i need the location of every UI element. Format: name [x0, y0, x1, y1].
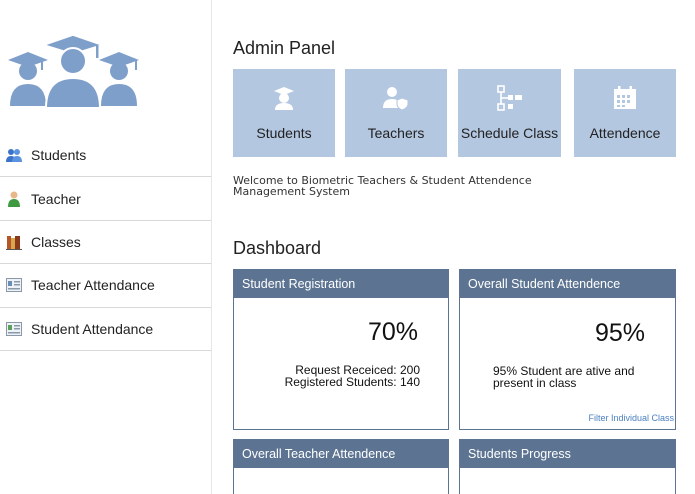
- calendar-icon: [612, 85, 638, 111]
- panel-header: Overall Student Attendence: [460, 270, 675, 298]
- sidebar-item-classes[interactable]: Classes: [0, 221, 211, 265]
- sidebar: Students Teacher Classes Teacher Attenda…: [0, 0, 212, 494]
- tile-students[interactable]: Students: [233, 69, 335, 157]
- tile-label: Schedule Class: [460, 125, 559, 141]
- panel-header: Students Progress: [460, 440, 675, 468]
- sidebar-item-label: Students: [31, 147, 87, 164]
- teacher-shield-icon: [383, 85, 409, 111]
- tile-label: Attendence: [589, 125, 661, 141]
- filter-individual-class-link[interactable]: Filter Individual Class: [588, 413, 674, 423]
- attendance-percent: 95%: [595, 319, 646, 347]
- attendance-summary-line2: present in class: [493, 376, 577, 390]
- teacher-icon: [5, 190, 23, 208]
- graduates-logo: [8, 34, 139, 109]
- attendance-card-icon: [5, 320, 23, 338]
- sidebar-item-teacher-attendance[interactable]: Teacher Attendance: [0, 264, 211, 308]
- registration-percent: 70%: [368, 318, 419, 346]
- students-icon: [5, 146, 23, 164]
- graduate-icon: [271, 85, 297, 111]
- schedule-tree-icon: [496, 85, 523, 111]
- attendance-card-icon: [5, 276, 23, 294]
- panel-students-progress: Students Progress: [459, 439, 676, 494]
- sidebar-item-students[interactable]: Students: [0, 134, 211, 178]
- panel-overall-teacher-attendence: Overall Teacher Attendence: [233, 439, 449, 494]
- panel-student-registration: Student Registration 70% Request Receice…: [233, 269, 449, 430]
- dashboard-title: Dashboard: [233, 238, 322, 258]
- tile-label: Students: [256, 125, 312, 141]
- admin-tiles: Students Teachers Schedule Class Attende…: [233, 69, 693, 157]
- tile-teachers[interactable]: Teachers: [345, 69, 447, 157]
- sidebar-nav: Students Teacher Classes Teacher Attenda…: [0, 134, 211, 351]
- sidebar-item-student-attendance[interactable]: Student Attendance: [0, 308, 211, 351]
- panel-header: Student Registration: [234, 270, 448, 298]
- sidebar-item-label: Student Attendance: [31, 320, 154, 337]
- tile-schedule-class[interactable]: Schedule Class: [458, 69, 561, 157]
- sidebar-item-label: Teacher Attendance: [31, 277, 155, 294]
- page-title: Admin Panel: [233, 38, 336, 58]
- sidebar-item-label: Classes: [31, 233, 81, 250]
- welcome-text: Welcome to Biometric Teachers & Student …: [233, 174, 532, 198]
- tile-attendence[interactable]: Attendence: [574, 69, 676, 157]
- sidebar-item-label: Teacher: [31, 190, 81, 207]
- panel-header: Overall Teacher Attendence: [234, 440, 448, 468]
- panel-overall-student-attendence: Overall Student Attendence 95% 95% Stude…: [459, 269, 676, 430]
- registered-students: Registered Students: 140: [284, 375, 420, 389]
- sidebar-item-teacher[interactable]: Teacher: [0, 177, 211, 221]
- tile-label: Teachers: [367, 125, 425, 141]
- books-icon: [5, 233, 23, 251]
